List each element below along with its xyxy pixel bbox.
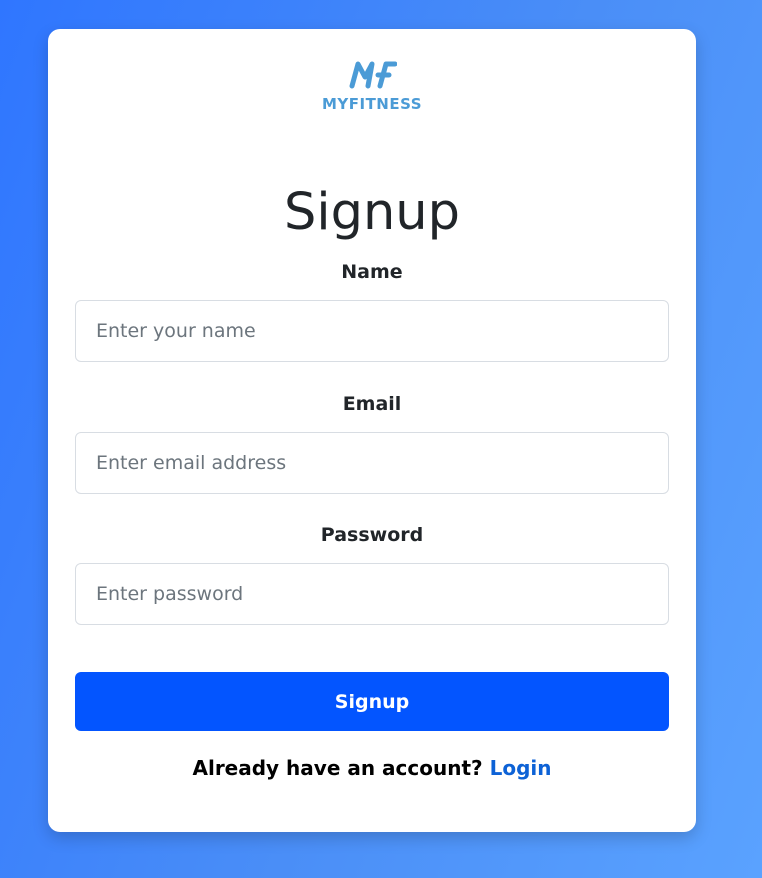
login-link[interactable]: Login	[490, 756, 552, 780]
login-prompt: Already have an account? Login	[48, 756, 696, 780]
signup-card: MYFITNESS Signup Name Email Password Sig…	[48, 29, 696, 832]
name-label: Name	[341, 261, 403, 283]
brand-logo: MYFITNESS	[48, 59, 696, 113]
page-title: Signup	[284, 183, 460, 242]
password-label: Password	[320, 524, 424, 546]
name-input[interactable]	[75, 300, 669, 362]
signup-button[interactable]: Signup	[75, 672, 669, 731]
email-label: Email	[342, 393, 402, 415]
email-input[interactable]	[75, 432, 669, 494]
password-input[interactable]	[75, 563, 669, 625]
mf-logo-icon	[349, 61, 397, 89]
brand-name: MYFITNESS	[321, 95, 423, 113]
login-prompt-text: Already have an account?	[192, 756, 483, 780]
